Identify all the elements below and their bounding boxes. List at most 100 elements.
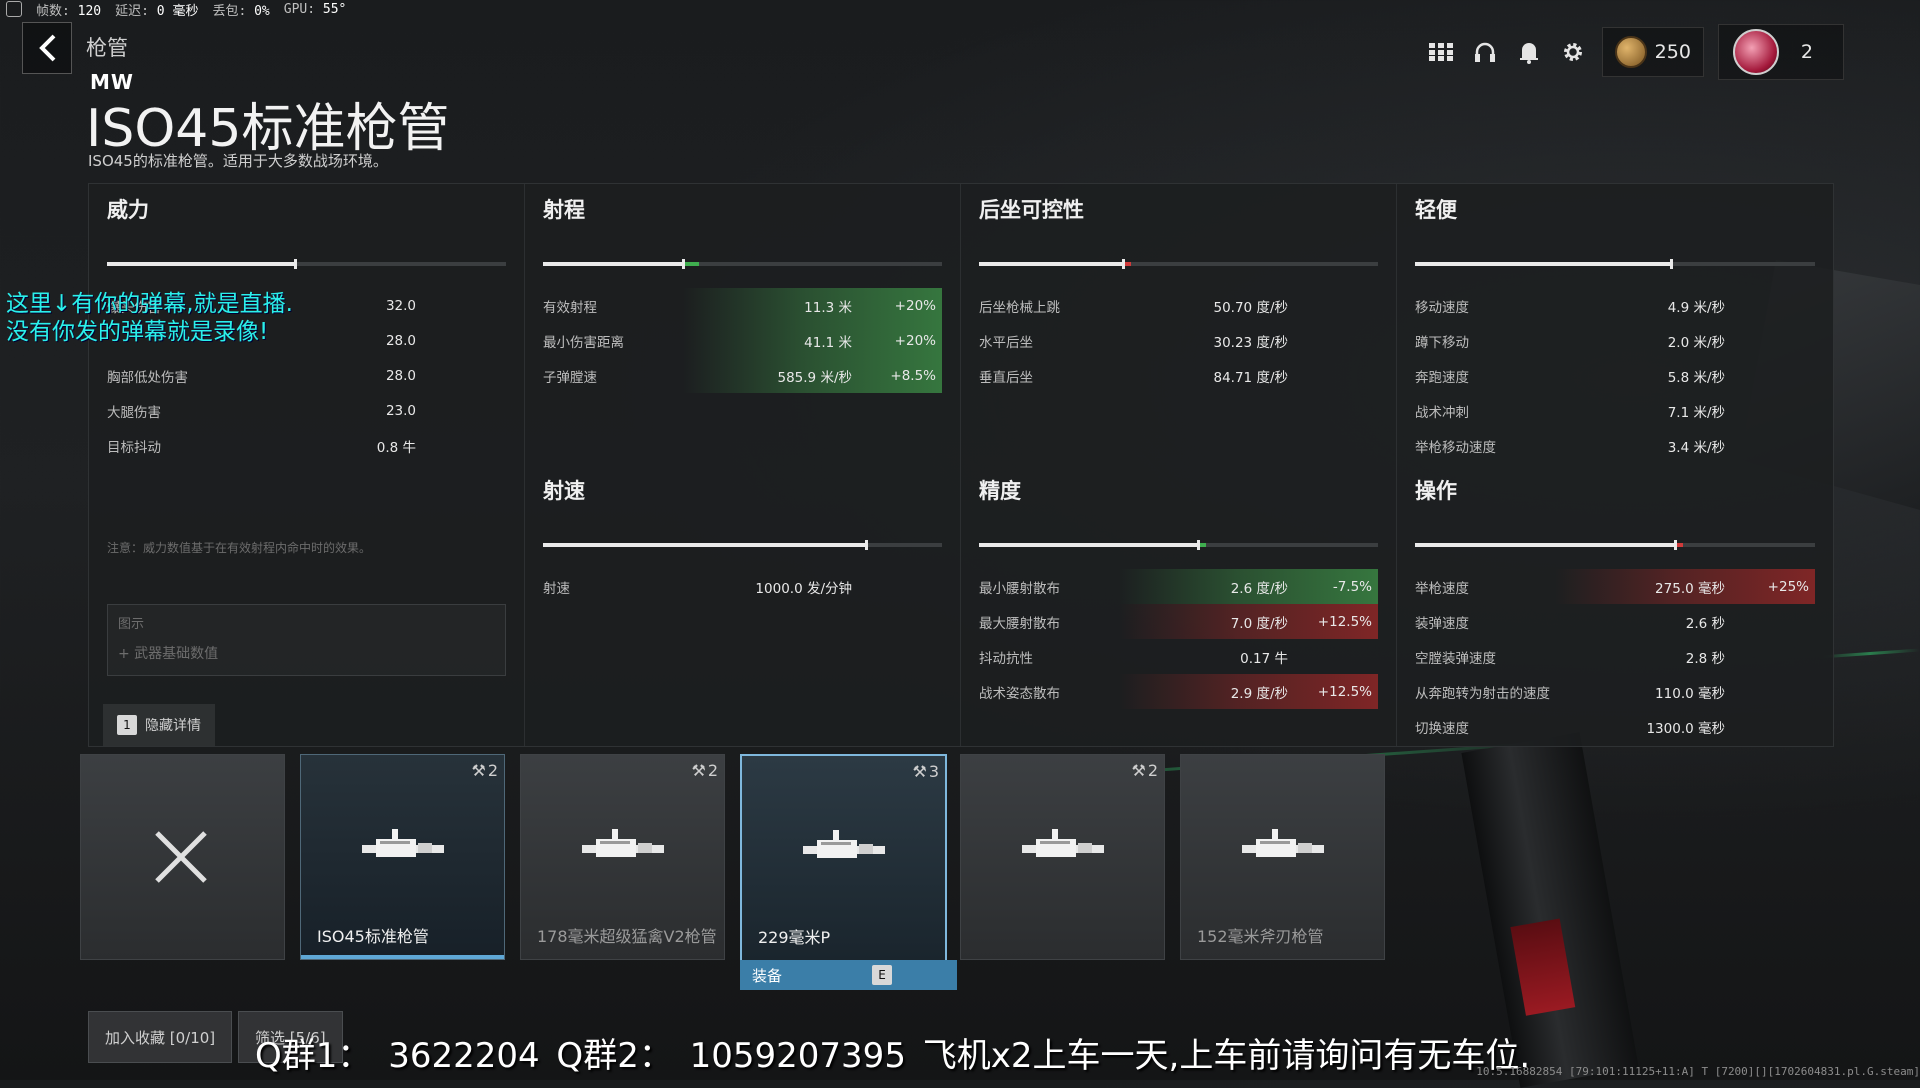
- stat-value: 2.8 秒: [1685, 650, 1725, 667]
- stat-section-handling: 操作 举枪速度 275.0 毫秒 +25% 装弹速度 2.6 秒空膛装弹速度 2.8 秒从…: [1415, 475, 1815, 744]
- secondary-action[interactable]: E: [872, 965, 893, 985]
- bell-icon[interactable]: [1514, 37, 1544, 67]
- stat-value: 2.6 度/秒: [1230, 580, 1288, 597]
- coin-icon: [1614, 36, 1647, 68]
- keybind-badge: 1: [117, 715, 137, 735]
- stat-row: 从奔跑转为射击的速度 110.0 毫秒: [1415, 674, 1815, 709]
- stat-row: 空膛装弹速度 2.8 秒: [1415, 639, 1815, 674]
- stat-row: 切换速度 1300.0 毫秒: [1415, 709, 1815, 744]
- headset-icon[interactable]: [1470, 37, 1500, 67]
- stat-label: 射速: [543, 580, 570, 597]
- latency-value: 0 毫秒: [156, 3, 199, 19]
- stat-bar-fill: [1415, 543, 1675, 547]
- stat-bar-tick: [681, 259, 685, 269]
- stat-change: +20%: [894, 332, 936, 349]
- barrel-icon: [358, 827, 448, 871]
- stream-overlay-banner: Q群1： 3622204 Q群2： 1059207395 飞机x2上车一天,上车…: [255, 1036, 1531, 1076]
- stat-label: 举枪速度: [1415, 580, 1469, 597]
- stat-label: 目标抖动: [107, 439, 161, 456]
- stat-value: 41.1 米: [804, 334, 852, 351]
- stat-value: 0.17 牛: [1240, 650, 1288, 667]
- stat-row: 移动速度 4.9 米/秒: [1415, 288, 1815, 323]
- stat-label: 最小腰射散布: [979, 580, 1060, 597]
- add-favorite-button[interactable]: 加入收藏 [0/10]: [88, 1011, 233, 1063]
- attachment-card[interactable]: 152毫米斧刃枪管: [1180, 754, 1385, 960]
- gear-icon[interactable]: [1558, 37, 1588, 67]
- stat-bar-tick: [1670, 259, 1673, 269]
- stat-note: 注意：威力数值基于在有效射程内命中时的效果。: [107, 541, 372, 555]
- stat-row: 奔跑速度 5.8 米/秒: [1415, 358, 1815, 393]
- stat-value: 7.0 度/秒: [1230, 615, 1288, 632]
- attachment-count: ⚒ 2: [1131, 761, 1158, 780]
- attachment-card[interactable]: ⚒ 2: [960, 754, 1165, 960]
- stat-label: 奔跑速度: [1415, 369, 1469, 386]
- wrench-icon: ⚒: [691, 761, 706, 780]
- stat-bar: [979, 259, 1378, 269]
- stat-value: 275.0 毫秒: [1655, 580, 1725, 597]
- stat-label: 切换速度: [1415, 720, 1469, 737]
- attachment-card[interactable]: ⚒ 2 ISO45标准枪管: [300, 754, 505, 960]
- stat-bar: [979, 540, 1378, 550]
- stat-value: 11.3 米: [804, 299, 852, 316]
- stats-column-3: 后坐可控性 后坐枪械上跳 50.70 度/秒 水平后坐 30.23 度/秒 垂直后坐 84…: [961, 184, 1397, 746]
- stat-bar: [543, 259, 942, 269]
- fps-value: 120: [77, 3, 102, 19]
- stat-label: 最大腰射散布: [979, 615, 1060, 632]
- stat-bar: [543, 540, 942, 550]
- barrel-icon: [1018, 827, 1108, 871]
- stat-row: 装弹速度 2.6 秒: [1415, 604, 1815, 639]
- player-emblem-icon: [1732, 29, 1779, 75]
- attachment-card[interactable]: ⚒ 2 178毫米超级猛禽V2枪管: [520, 754, 725, 960]
- barrel-icon: [1238, 827, 1328, 871]
- stat-bar-fill: [1415, 262, 1671, 266]
- currency-display[interactable]: 250: [1601, 27, 1704, 77]
- stat-rows: 举枪速度 275.0 毫秒 +25% 装弹速度 2.6 秒空膛装弹速度 2.8 秒从奔跑转…: [1415, 569, 1815, 744]
- stats-column-4: 轻便 移动速度 4.9 米/秒 蹲下移动 2.0 米/秒 奔跑速度 5.8 米/秒 战术冲刺…: [1397, 184, 1833, 746]
- stat-change: +8.5%: [890, 367, 936, 384]
- attachment-card[interactable]: ⚒ 3 229毫米P: [740, 754, 947, 962]
- top-right-toolbar: 250 2: [1426, 24, 1844, 80]
- remove-attachment-card[interactable]: [80, 754, 285, 960]
- stat-row: 子弹膛速 585.9 米/秒 +8.5%: [543, 358, 942, 393]
- attachment-name: ISO45标准枪管: [317, 927, 429, 946]
- stat-value: 1300.0 毫秒: [1646, 720, 1725, 737]
- grid-icon[interactable]: [1426, 37, 1456, 67]
- stat-section-range: 射程 有效射程 11.3 米 +20% 最小伤害距离 41.1 米 +20% 子弹膛速 585…: [543, 194, 942, 393]
- stat-value: 50.70 度/秒: [1213, 299, 1289, 316]
- stat-row: 抖动抗性 0.17 牛: [979, 639, 1378, 674]
- barrel-icon: [799, 828, 889, 872]
- overlay-logo-icon: [6, 1, 22, 17]
- build-version: 10.5.16882854 [79:101:11125+11:A] T [720…: [1476, 1065, 1920, 1078]
- stat-rows: 有效射程 11.3 米 +20% 最小伤害距离 41.1 米 +20% 子弹膛速 585.9 …: [543, 288, 942, 393]
- stat-bar-tick: [865, 540, 869, 550]
- stat-row: 射速 1000.0 发/分钟: [543, 569, 942, 604]
- stat-value: 30.23 度/秒: [1213, 334, 1289, 351]
- performance-status-bar: 帧数: 120 延迟: 0 毫秒 丢包: 0% GPU: 55°: [0, 0, 346, 19]
- stat-label: 蹲下移动: [1415, 334, 1469, 351]
- stat-value: 4.9 米/秒: [1667, 299, 1725, 316]
- keybind-badge: E: [872, 965, 893, 985]
- section-title: 操作: [1415, 479, 1457, 503]
- stat-bar-fill: [543, 543, 867, 547]
- stats-column-2: 射程 有效射程 11.3 米 +20% 最小伤害距离 41.1 米 +20% 子弹膛速 585…: [525, 184, 961, 746]
- legend-box: 图示 + 武器基础数值: [107, 604, 506, 676]
- stat-row: 战术姿态散布 2.9 度/秒 +12.5%: [979, 674, 1378, 709]
- stat-value: 32.0: [385, 297, 416, 314]
- player-profile[interactable]: 2: [1717, 24, 1844, 80]
- attachment-name: 152毫米斧刃枪管: [1197, 927, 1324, 946]
- stat-value: 0.8 牛: [376, 439, 416, 456]
- stat-bar-tick: [1197, 540, 1201, 550]
- stat-bar-tick: [293, 259, 297, 269]
- stat-value: 23.0: [385, 402, 416, 419]
- back-button[interactable]: [22, 22, 72, 74]
- hide-details-button[interactable]: 1 隐藏详情: [103, 704, 215, 746]
- stat-section-accuracy: 精度 最小腰射散布 2.6 度/秒 -7.5% 最大腰射散布 7.0 度/秒 +12.5%…: [979, 475, 1378, 709]
- stat-label: 有效射程: [543, 299, 597, 316]
- stat-rows: 后坐枪械上跳 50.70 度/秒 水平后坐 30.23 度/秒 垂直后坐 84.71 度/…: [979, 288, 1378, 393]
- stat-bar-fill: [979, 543, 1199, 547]
- stat-label: 胸部低处伤害: [107, 369, 188, 386]
- legend-item: + 武器基础数值: [118, 646, 219, 662]
- stat-label: 从奔跑转为射击的速度: [1415, 685, 1550, 702]
- stat-section-recoil: 后坐可控性 后坐枪械上跳 50.70 度/秒 水平后坐 30.23 度/秒 垂直后坐 84…: [979, 194, 1378, 393]
- equip-action-bar[interactable]: 装备 E: [740, 960, 957, 990]
